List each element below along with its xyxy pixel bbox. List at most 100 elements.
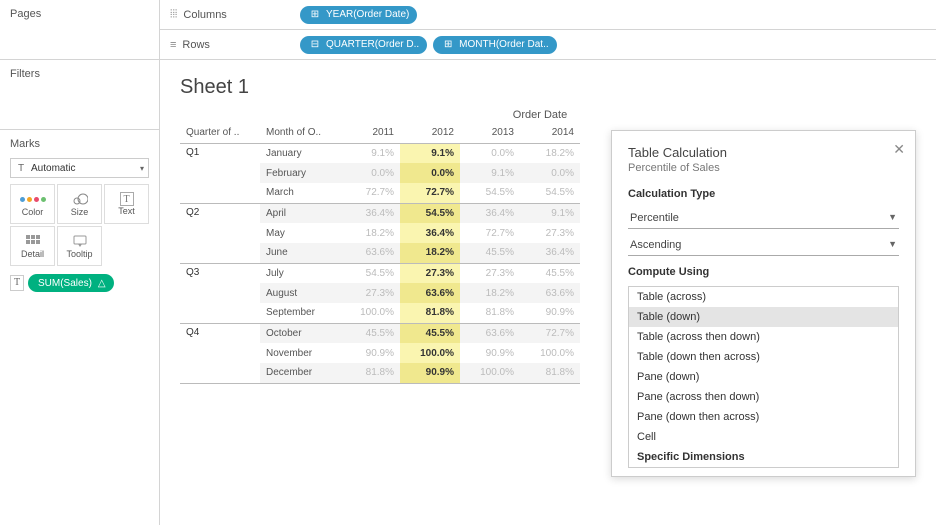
value-cell[interactable]: 45.5%: [520, 263, 580, 283]
month-cell[interactable]: August: [260, 283, 340, 303]
value-cell[interactable]: 36.4%: [400, 223, 460, 243]
tc-calc-type-select[interactable]: Percentile ▼: [628, 208, 899, 229]
compute-option[interactable]: Pane (down then across): [629, 407, 898, 427]
quarter-cell[interactable]: [180, 243, 260, 263]
month-cell[interactable]: July: [260, 263, 340, 283]
value-cell[interactable]: 81.8%: [400, 303, 460, 323]
value-cell[interactable]: 0.0%: [460, 143, 520, 163]
value-cell[interactable]: 54.5%: [400, 203, 460, 223]
value-cell[interactable]: 72.7%: [400, 183, 460, 203]
value-cell[interactable]: 72.7%: [460, 223, 520, 243]
value-cell[interactable]: 0.0%: [400, 163, 460, 183]
quarter-cell[interactable]: Q1: [180, 143, 260, 163]
value-cell[interactable]: 27.3%: [400, 263, 460, 283]
month-cell[interactable]: March: [260, 183, 340, 203]
month-cell[interactable]: November: [260, 343, 340, 363]
marks-size-button[interactable]: Size: [57, 184, 102, 224]
value-cell[interactable]: 27.3%: [460, 263, 520, 283]
compute-option[interactable]: Table (across then down): [629, 327, 898, 347]
value-cell[interactable]: 54.5%: [520, 183, 580, 203]
quarter-cell[interactable]: [180, 283, 260, 303]
value-cell[interactable]: 100.0%: [400, 343, 460, 363]
header-quarter[interactable]: Quarter of ..: [180, 123, 260, 143]
quarter-cell[interactable]: [180, 303, 260, 323]
value-cell[interactable]: 54.5%: [460, 183, 520, 203]
value-cell[interactable]: 27.3%: [520, 223, 580, 243]
month-cell[interactable]: April: [260, 203, 340, 223]
compute-option[interactable]: Table (across): [629, 287, 898, 307]
compute-option[interactable]: Table (down): [629, 307, 898, 327]
header-month[interactable]: Month of O..: [260, 123, 340, 143]
quarter-cell[interactable]: [180, 223, 260, 243]
quarter-cell[interactable]: [180, 183, 260, 203]
quarter-cell[interactable]: [180, 363, 260, 383]
value-cell[interactable]: 63.6%: [400, 283, 460, 303]
value-cell[interactable]: 45.5%: [460, 243, 520, 263]
compute-option[interactable]: Pane (across then down): [629, 387, 898, 407]
value-cell[interactable]: 18.2%: [340, 223, 400, 243]
month-cell[interactable]: January: [260, 143, 340, 163]
value-cell[interactable]: 63.6%: [520, 283, 580, 303]
month-cell[interactable]: May: [260, 223, 340, 243]
value-cell[interactable]: 72.7%: [340, 183, 400, 203]
value-cell[interactable]: 9.1%: [520, 203, 580, 223]
value-cell[interactable]: 81.8%: [340, 363, 400, 383]
compute-option[interactable]: Table (down then across): [629, 347, 898, 367]
header-2014[interactable]: 2014: [520, 123, 580, 143]
value-cell[interactable]: 27.3%: [340, 283, 400, 303]
value-cell[interactable]: 36.4%: [460, 203, 520, 223]
year-pill[interactable]: ⊞YEAR(Order Date): [300, 6, 417, 24]
value-cell[interactable]: 45.5%: [400, 323, 460, 343]
value-cell[interactable]: 0.0%: [340, 163, 400, 183]
value-cell[interactable]: 100.0%: [520, 343, 580, 363]
tc-sort-select[interactable]: Ascending ▼: [628, 235, 899, 256]
month-pill[interactable]: ⊞MONTH(Order Dat..: [433, 36, 556, 54]
value-cell[interactable]: 63.6%: [340, 243, 400, 263]
value-cell[interactable]: 81.8%: [460, 303, 520, 323]
columns-shelf[interactable]: ⦙⦙⦙Columns ⊞YEAR(Order Date): [160, 0, 936, 30]
quarter-cell[interactable]: [180, 163, 260, 183]
value-cell[interactable]: 9.1%: [340, 143, 400, 163]
compute-option[interactable]: Specific Dimensions: [629, 447, 898, 467]
value-cell[interactable]: 36.4%: [340, 203, 400, 223]
quarter-pill[interactable]: ⊟QUARTER(Order D..: [300, 36, 427, 54]
value-cell[interactable]: 0.0%: [520, 163, 580, 183]
header-2012[interactable]: 2012: [400, 123, 460, 143]
value-cell[interactable]: 9.1%: [400, 143, 460, 163]
marks-tooltip-button[interactable]: Tooltip: [57, 226, 102, 266]
quarter-cell[interactable]: Q3: [180, 263, 260, 283]
value-cell[interactable]: 81.8%: [520, 363, 580, 383]
value-cell[interactable]: 72.7%: [520, 323, 580, 343]
month-cell[interactable]: September: [260, 303, 340, 323]
sheet-title[interactable]: Sheet 1: [180, 76, 916, 99]
value-cell[interactable]: 9.1%: [460, 163, 520, 183]
value-cell[interactable]: 18.2%: [400, 243, 460, 263]
value-cell[interactable]: 54.5%: [340, 263, 400, 283]
month-cell[interactable]: October: [260, 323, 340, 343]
header-2013[interactable]: 2013: [460, 123, 520, 143]
month-cell[interactable]: December: [260, 363, 340, 383]
compute-option[interactable]: Pane (down): [629, 367, 898, 387]
value-cell[interactable]: 90.9%: [520, 303, 580, 323]
quarter-cell[interactable]: Q4: [180, 323, 260, 343]
rows-shelf[interactable]: ≡Rows ⊟QUARTER(Order D.. ⊞MONTH(Order Da…: [160, 30, 936, 60]
close-icon[interactable]: ✕: [893, 141, 905, 158]
value-cell[interactable]: 36.4%: [520, 243, 580, 263]
month-cell[interactable]: February: [260, 163, 340, 183]
compute-option[interactable]: Cell: [629, 427, 898, 447]
quarter-cell[interactable]: Q2: [180, 203, 260, 223]
marks-detail-button[interactable]: Detail: [10, 226, 55, 266]
value-cell[interactable]: 18.2%: [520, 143, 580, 163]
quarter-cell[interactable]: [180, 343, 260, 363]
mark-type-dropdown[interactable]: T Automatic ▾: [10, 158, 149, 178]
value-cell[interactable]: 90.9%: [460, 343, 520, 363]
marks-color-button[interactable]: Color: [10, 184, 55, 224]
value-cell[interactable]: 100.0%: [460, 363, 520, 383]
header-2011[interactable]: 2011: [340, 123, 400, 143]
value-cell[interactable]: 45.5%: [340, 323, 400, 343]
sum-sales-pill[interactable]: SUM(Sales) △: [28, 274, 114, 292]
month-cell[interactable]: June: [260, 243, 340, 263]
value-cell[interactable]: 18.2%: [460, 283, 520, 303]
value-cell[interactable]: 90.9%: [400, 363, 460, 383]
value-cell[interactable]: 100.0%: [340, 303, 400, 323]
